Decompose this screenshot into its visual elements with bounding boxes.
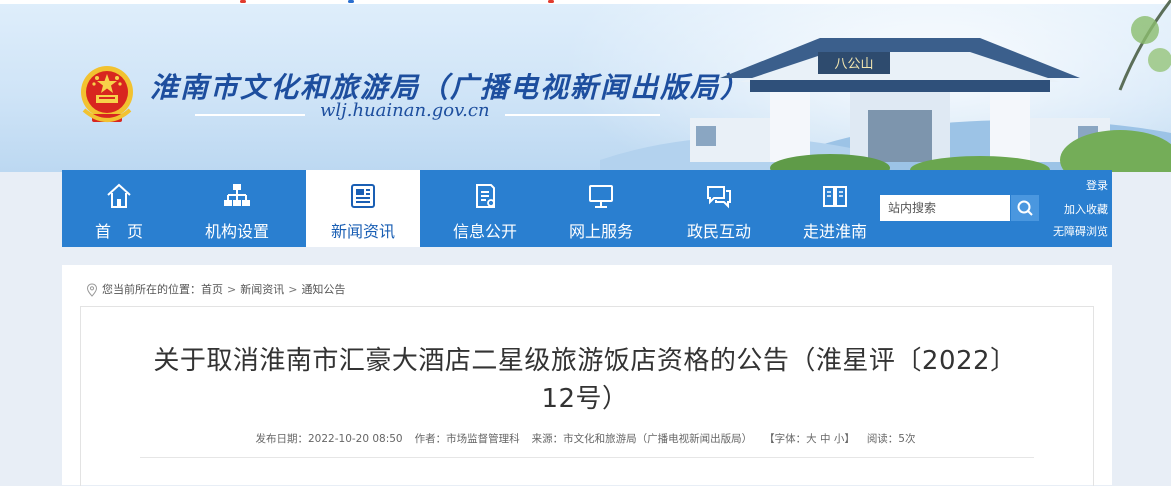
login-link[interactable]: 登录 xyxy=(1086,177,1108,193)
nav-label: 政民互动 xyxy=(686,222,751,241)
breadcrumb-prefix: 您当前所在的位置： xyxy=(102,283,201,296)
read-count: 阅读：5次 xyxy=(866,433,916,445)
top-dot-blue xyxy=(348,0,354,3)
nav-item-info-disclosure[interactable]: 信息公开 xyxy=(428,170,542,247)
nav-item-interaction[interactable]: 政民互动 xyxy=(662,170,776,247)
author: 作者：市场监督管理科 xyxy=(414,433,520,445)
site-url: wlj.huainan.gov.cn xyxy=(320,100,490,121)
breadcrumb: 您当前所在的位置：首页 > 新闻资讯 > 通知公告 xyxy=(86,281,345,297)
nav-label: 机构设置 xyxy=(204,222,269,241)
gate-sign-text: 八公山 xyxy=(834,57,873,72)
nav-item-organization[interactable]: 机构设置 xyxy=(180,170,294,247)
nav-label: 走进淮南 xyxy=(802,222,867,241)
book-icon xyxy=(823,186,847,207)
nav-item-news[interactable]: 新闻资讯 xyxy=(306,170,420,247)
font-size-medium[interactable]: 中 xyxy=(820,433,831,445)
divider xyxy=(140,457,1034,458)
add-favorite-link[interactable]: 加入收藏 xyxy=(1064,201,1108,217)
accessible-browsing-link[interactable]: 无障碍浏览 xyxy=(1053,223,1108,239)
font-size-prefix: 【字体： xyxy=(764,433,807,445)
nav-label: 首 页 xyxy=(94,222,143,241)
publish-date: 发布日期：2022-10-20 08:50 xyxy=(255,433,403,445)
top-dot-red xyxy=(548,0,554,3)
breadcrumb-news[interactable]: 新闻资讯 xyxy=(240,283,284,296)
location-pin-icon xyxy=(86,283,98,297)
url-decor-line xyxy=(195,114,305,116)
nav-item-online-service[interactable]: 网上服务 xyxy=(544,170,658,247)
breadcrumb-notices[interactable]: 通知公告 xyxy=(301,283,345,296)
article-meta: 发布日期：2022-10-20 08:50 作者：市场监督管理科 来源：市文化和旅游… xyxy=(0,431,1171,446)
search-input[interactable] xyxy=(880,195,1010,221)
font-size-large[interactable]: 大 xyxy=(806,433,817,445)
document-icon xyxy=(476,184,495,208)
breadcrumb-home[interactable]: 首页 xyxy=(201,283,223,296)
source: 来源：市文化和旅游局（广播电视新闻出版局） xyxy=(531,433,753,445)
nav-item-about-huainan[interactable]: 走进淮南 xyxy=(778,170,892,247)
nav-label: 网上服务 xyxy=(568,222,633,241)
top-dot-red xyxy=(240,0,246,3)
breadcrumb-separator: > xyxy=(227,283,237,296)
landmark-gate-illustration: 八公山 xyxy=(600,0,1171,172)
breadcrumb-separator: > xyxy=(288,283,298,296)
font-size-suffix: 】 xyxy=(844,433,855,445)
article-title: 关于取消淮南市汇豪大酒店二星级旅游饭店资格的公告（淮星评〔2022〕12号） xyxy=(153,346,1017,414)
nav-label: 信息公开 xyxy=(452,222,517,241)
search-icon xyxy=(1017,200,1033,216)
newspaper-icon xyxy=(351,184,375,208)
home-icon xyxy=(107,183,131,208)
nav-item-home[interactable]: 首 页 xyxy=(62,170,176,247)
monitor-icon xyxy=(589,185,613,208)
search-button[interactable] xyxy=(1011,195,1039,221)
header-banner: 淮南市文化和旅游局（广播电视新闻出版局） wlj.huainan.gov.cn … xyxy=(0,0,1171,172)
nav-label: 新闻资讯 xyxy=(330,222,395,241)
national-emblem-icon xyxy=(81,66,133,122)
org-chart-icon xyxy=(224,184,250,206)
chat-icon xyxy=(707,186,731,209)
font-size-small[interactable]: 小 xyxy=(834,433,845,445)
